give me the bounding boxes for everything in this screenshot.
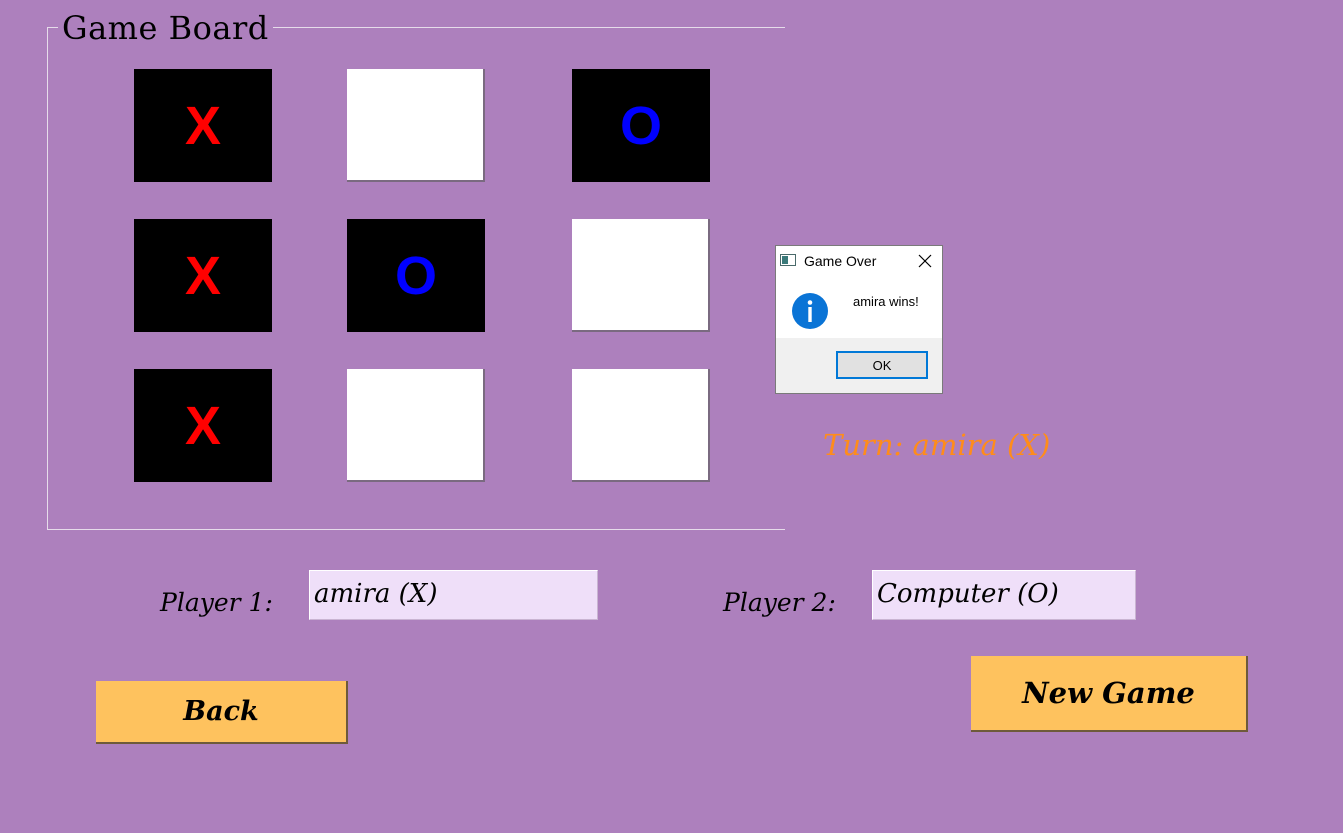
board-cell[interactable]: X [134,219,272,332]
board-cell[interactable]: O [347,219,485,332]
info-icon [792,293,828,329]
dialog-footer: OK [776,338,942,393]
app-window-icon [780,254,796,266]
player2-name-field[interactable]: Computer (O) [872,570,1136,620]
game-over-dialog: Game Over amira wins! OK [775,245,943,394]
board-cell[interactable]: O [572,69,710,182]
new-game-button[interactable]: New Game [971,656,1248,732]
back-button[interactable]: Back [96,681,348,744]
board-cell[interactable]: X [134,369,272,482]
turn-label: Turn: amira (X) [823,428,1051,462]
ok-button[interactable]: OK [836,351,928,379]
player1-label: Player 1: [160,588,273,617]
dialog-titlebar[interactable]: Game Over [776,246,942,276]
player2-label: Player 2: [723,588,836,617]
board-cell[interactable] [572,219,710,332]
board-cell[interactable]: X [134,69,272,182]
player1-name-field[interactable]: amira (X) [309,570,598,620]
board-title: Game Board [58,8,273,48]
dialog-title: Game Over [804,253,877,269]
board-cell[interactable] [347,369,485,482]
board-cell[interactable] [572,369,710,482]
dialog-message: amira wins! [853,294,919,309]
board-cell[interactable] [347,69,485,182]
close-icon[interactable] [914,250,936,272]
